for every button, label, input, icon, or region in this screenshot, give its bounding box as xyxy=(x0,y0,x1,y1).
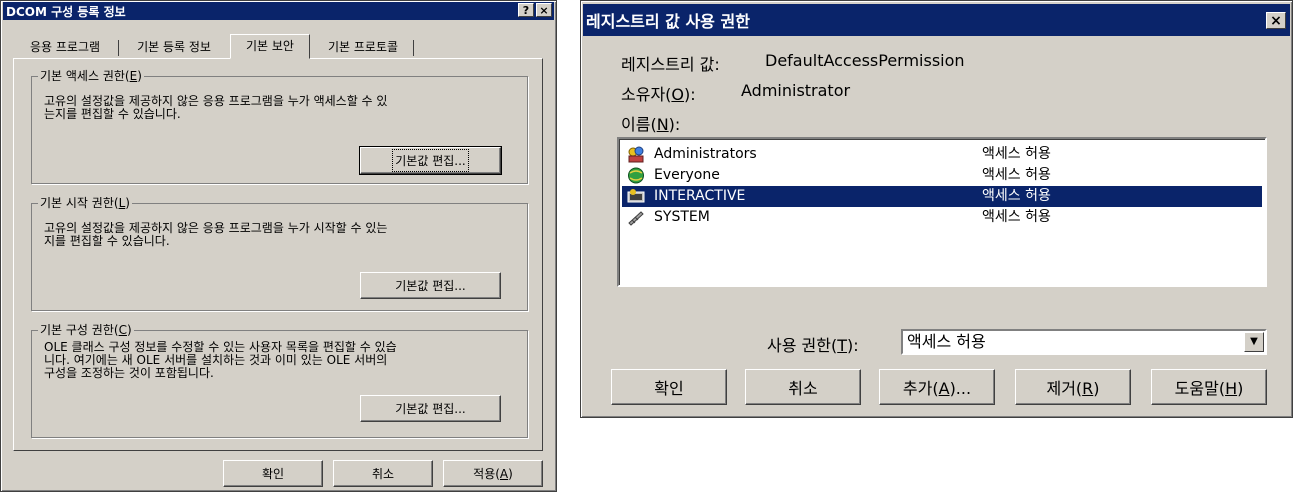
default-access-permission-group: 기본 액세스 권한(E) 고유의 설정값을 제공하지 않은 응용 프로그램을 누… xyxy=(31,68,528,184)
cancel-button[interactable]: 취소 xyxy=(745,369,861,405)
group-legend: 기본 구성 권한(C) xyxy=(38,322,134,338)
dcom-title-bar[interactable]: DCOM 구성 등록 정보 ? × xyxy=(3,2,554,20)
tab-applications[interactable]: 응용 프로그램 xyxy=(13,37,117,57)
tab-default-security[interactable]: 기본 보안 xyxy=(230,34,310,59)
edit-default-access-button[interactable]: 기본값 편집... xyxy=(359,146,502,175)
interactive-icon xyxy=(627,189,645,203)
names-list[interactable]: Administrators 액세스 허용 Everyone 액세스 허용 IN… xyxy=(617,137,1267,287)
close-title-button[interactable]: × xyxy=(1266,12,1286,29)
dcom-properties-window: DCOM 구성 등록 정보 ? × 응용 프로그램 기본 등록 정보 기본 보안… xyxy=(0,0,557,492)
chevron-down-icon[interactable]: ▼ xyxy=(1244,332,1264,352)
access-type-select[interactable]: 액세스 허용 ▼ xyxy=(901,329,1267,355)
tab-separator xyxy=(413,40,414,56)
group-icon xyxy=(628,146,644,163)
registry-value: DefaultAccessPermission xyxy=(765,51,965,70)
ok-button[interactable]: 확인 xyxy=(223,460,323,487)
list-item-selected[interactable]: INTERACTIVE 액세스 허용 xyxy=(622,186,1262,207)
tab-separator xyxy=(118,40,119,56)
edit-default-configuration-button[interactable]: 기본값 편집... xyxy=(360,395,501,422)
owner-label: 소유자(O): xyxy=(621,85,696,104)
group-description: OLE 클래스 구성 정보를 수정할 수 있는 사용자 목록을 편집할 수 있습… xyxy=(44,340,397,380)
tab-default-protocols[interactable]: 기본 프로토콜 xyxy=(313,37,413,57)
registry-title: 레지스트리 값 사용 권한 xyxy=(586,12,750,31)
group-description: 고유의 설정값을 제공하지 않은 응용 프로그램을 누가 시작할 수 있는 지를 … xyxy=(44,221,388,248)
group-legend: 기본 액세스 권한(E) xyxy=(38,68,144,84)
globe-icon xyxy=(628,167,644,184)
close-title-button[interactable]: × xyxy=(536,3,552,17)
default-launch-permission-group: 기본 시작 권한(L) 고유의 설정값을 제공하지 않은 응용 프로그램을 누가… xyxy=(31,195,528,311)
remove-button[interactable]: 제거(R) xyxy=(1015,369,1131,405)
edit-default-launch-button[interactable]: 기본값 편집... xyxy=(360,272,501,299)
registry-permissions-window: 레지스트리 값 사용 권한 × 레지스트리 값: DefaultAccessPe… xyxy=(580,0,1293,418)
system-icon xyxy=(628,211,644,226)
group-description: 고유의 설정값을 제공하지 않은 응용 프로그램을 누가 액세스할 수 있 는지를… xyxy=(44,94,388,121)
tab-default-properties[interactable]: 기본 등록 정보 xyxy=(121,37,227,57)
owner-value: Administrator xyxy=(741,81,851,100)
ok-button[interactable]: 확인 xyxy=(611,369,727,405)
help-title-button[interactable]: ? xyxy=(518,3,534,17)
default-configuration-permission-group: 기본 구성 권한(C) OLE 클래스 구성 정보를 수정할 수 있는 사용자 … xyxy=(31,322,528,438)
add-button[interactable]: 추가(A)... xyxy=(879,369,995,405)
help-button[interactable]: 도움말(H) xyxy=(1151,369,1267,405)
access-type-label: 사용 권한(T): xyxy=(767,336,859,355)
list-item[interactable]: SYSTEM 액세스 허용 xyxy=(622,207,1262,228)
cancel-button[interactable]: 취소 xyxy=(333,460,433,487)
group-legend: 기본 시작 권한(L) xyxy=(38,195,132,211)
names-label: 이름(N): xyxy=(621,115,681,134)
dcom-title: DCOM 구성 등록 정보 xyxy=(6,4,126,19)
list-item[interactable]: Everyone 액세스 허용 xyxy=(622,165,1262,186)
registry-value-label: 레지스트리 값: xyxy=(621,55,720,74)
registry-title-bar[interactable]: 레지스트리 값 사용 권한 × xyxy=(583,4,1290,36)
list-item[interactable]: Administrators 액세스 허용 xyxy=(622,144,1262,165)
apply-button[interactable]: 적용(A) xyxy=(443,460,543,487)
